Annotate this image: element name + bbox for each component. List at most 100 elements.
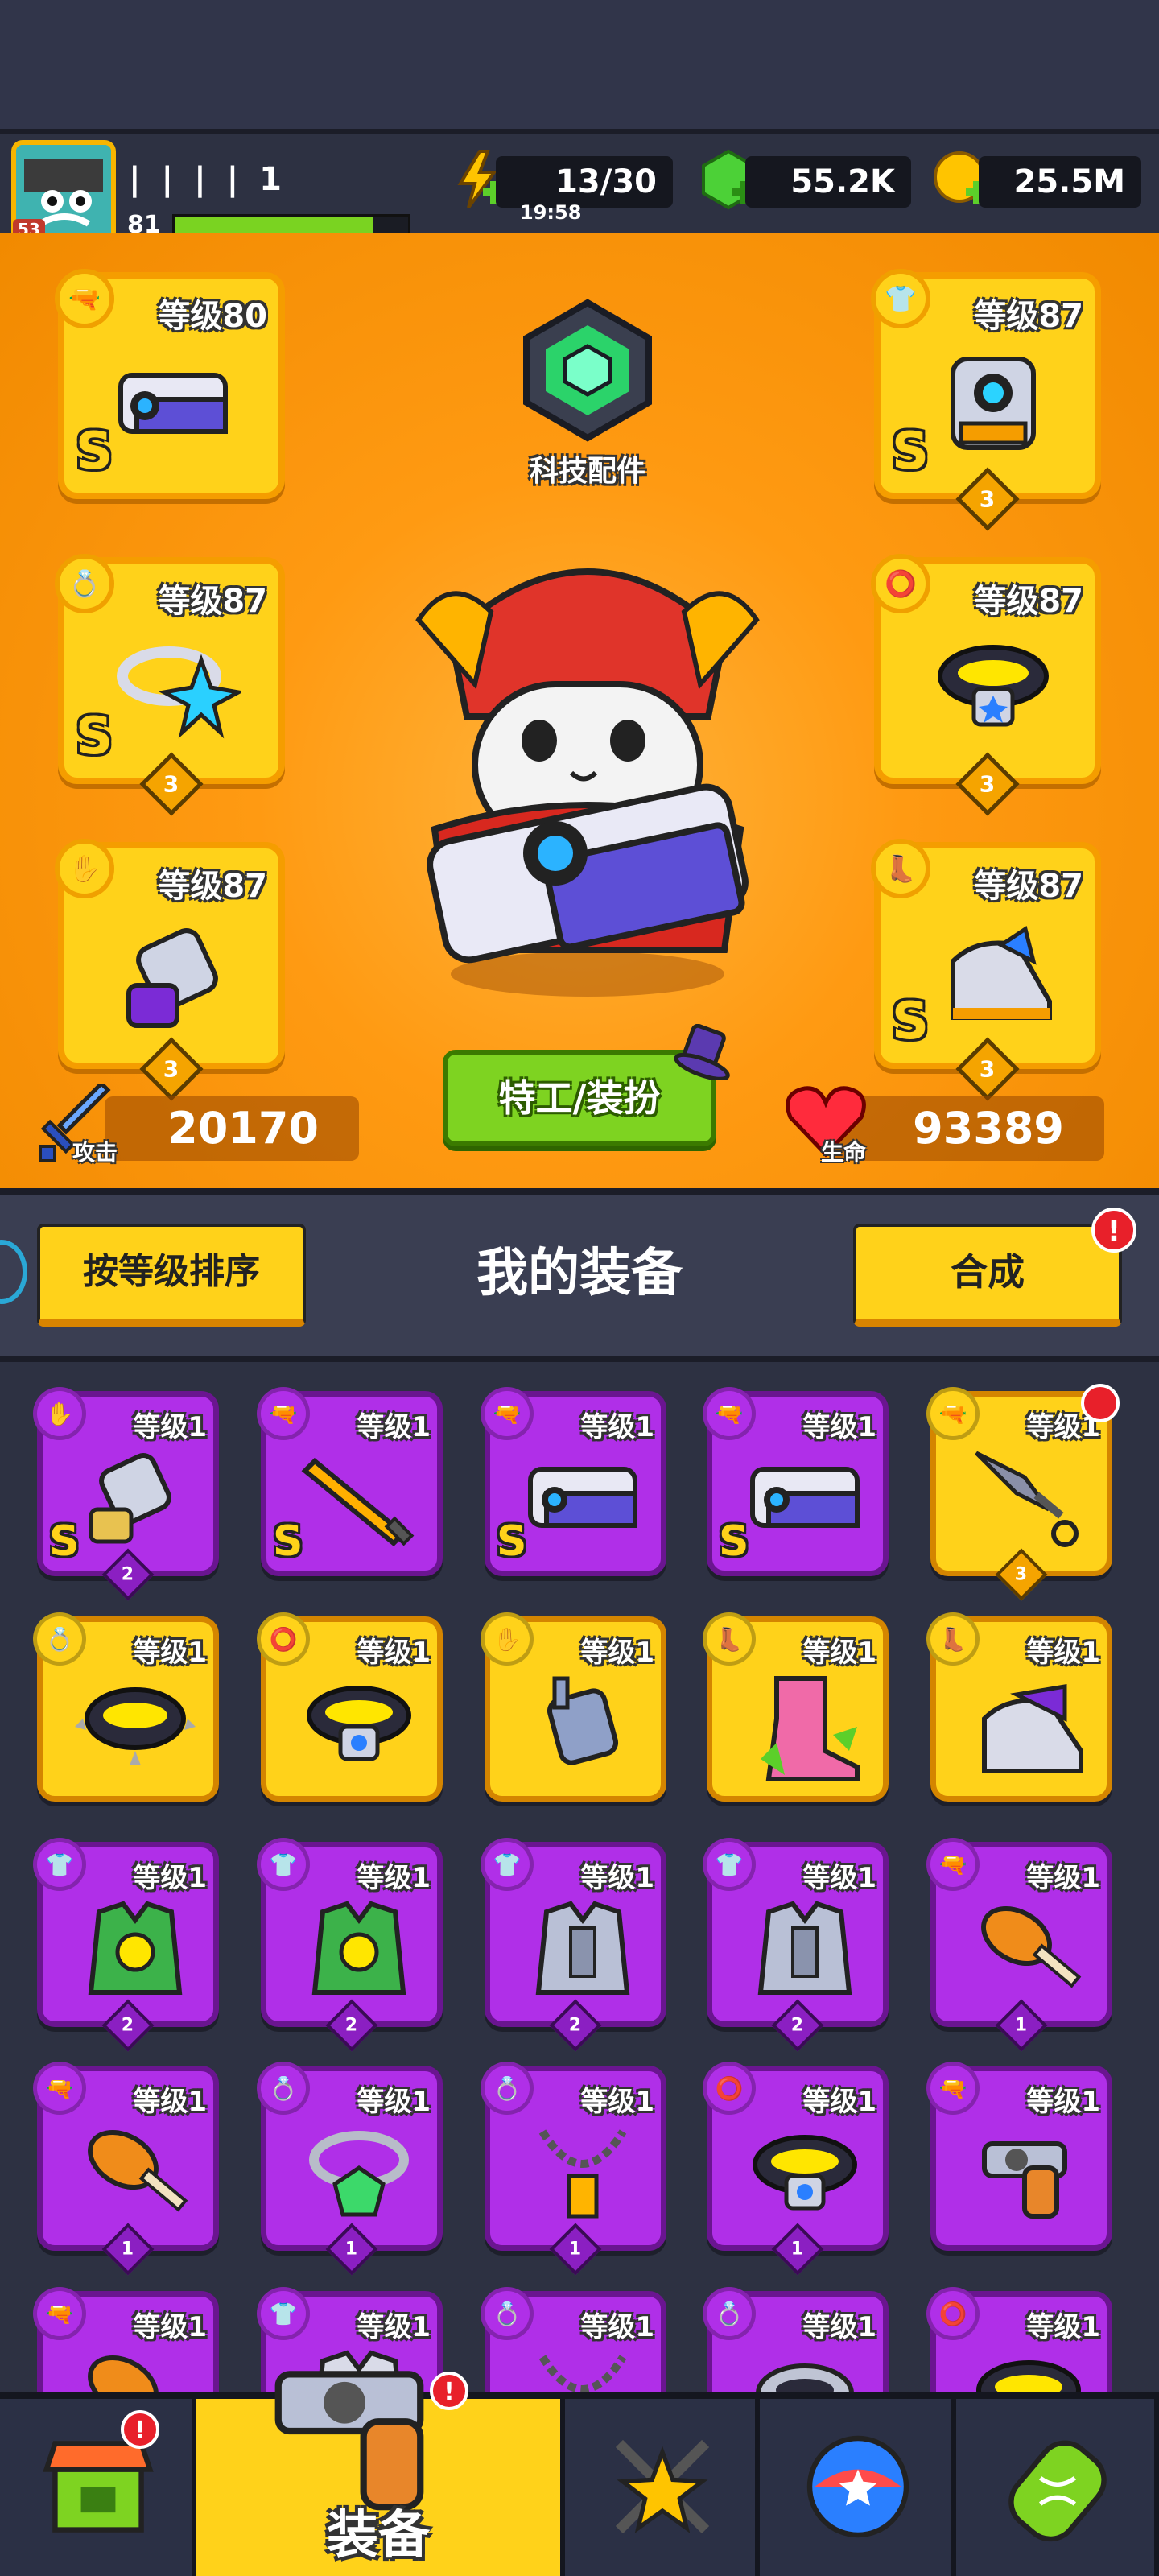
hp-label: 生命 [821, 1139, 867, 1166]
slot-level: 等级87 [974, 298, 1083, 335]
card-level: 等级1 [133, 2311, 207, 2343]
equipment-grid: ✋ 等级1 S 2 🔫 等级1 S 🔫 等级1 S 🔫 等级1 S 🔫 等级1 3 💍 等级1 ⭕ 等级1 ✋ 等级1 👢 等… [0, 1362, 1159, 2392]
equipment-card[interactable]: 💍 等级1 [703, 2287, 889, 2392]
emerald-ring-icon [309, 2131, 409, 2217]
glove-slot-icon: ✋ [55, 839, 114, 898]
drumstick-icon [981, 1905, 1082, 1988]
armor-slot-icon: 👕 [481, 1838, 534, 1891]
equip-slot-belt[interactable]: ⭕ 等级87 3 [871, 554, 1101, 816]
armor-slot-icon: 👕 [257, 2287, 310, 2340]
equip-slot-boots[interactable]: 👢 等级87 S 3 [871, 839, 1101, 1101]
card-level: 等级1 [802, 1637, 876, 1669]
belt-slot-icon: ⭕ [926, 2287, 980, 2340]
card-level: 等级1 [580, 1862, 654, 1894]
slot-level: 等级87 [158, 583, 267, 620]
equipment-card[interactable]: ⭕ 等级1 [257, 1612, 443, 1802]
card-level: 等级1 [357, 1637, 431, 1669]
pink-boot-icon [761, 1676, 860, 1781]
equip-slot-armor[interactable]: 👕 等级87 S 3 [871, 269, 1101, 531]
equipment-card[interactable]: ⭕ 等级1 [926, 2287, 1112, 2392]
equipment-card[interactable]: 👕 等级1 2 [33, 1838, 219, 2052]
merge-button[interactable]: 合成 [853, 1224, 1122, 1327]
card-level: 等级1 [1026, 1862, 1100, 1894]
tech-accessory-icon[interactable] [515, 298, 660, 443]
armor-slot-icon: 👕 [871, 269, 930, 328]
equipment-card[interactable]: 👕 等级1 2 [703, 1838, 889, 2052]
equipment-card[interactable]: 💍 等级1 1 [481, 2062, 666, 2276]
equipment-card[interactable]: 🔫 等级1 S [257, 1387, 443, 1576]
energy-timer: 19:58 [520, 201, 582, 224]
equipment-card[interactable]: 🔫 等级1 1 [926, 1838, 1112, 2052]
equipment-card[interactable]: 🔫 等级1 [33, 2287, 219, 2392]
gem-counter: 55.2K [745, 156, 911, 208]
star-count-value: 3 [980, 485, 996, 513]
star-count-value: 1 [791, 2239, 804, 2260]
equipment-card[interactable]: 👕 等级1 2 [257, 1838, 443, 2052]
nav-tab-shop[interactable]: ! [0, 2399, 196, 2576]
equipment-card[interactable]: 🔫 等级1 1 [33, 2062, 219, 2276]
nav-tab-dna-capsule[interactable] [956, 2399, 1159, 2576]
flame-sword-icon [301, 1457, 415, 1547]
boots-slot-icon: 👢 [871, 839, 930, 898]
card-level: 等级1 [357, 2311, 431, 2343]
coin-counter: 25.5M [979, 156, 1141, 208]
sneaker-icon [982, 1684, 1083, 1773]
weapon-slot-icon: 🔫 [55, 269, 114, 328]
slot-level: 等级80 [158, 298, 267, 335]
star-count-value: 3 [163, 1055, 179, 1083]
card-level: 等级1 [1026, 1637, 1100, 1669]
equipment-card[interactable]: ✋ 等级1 [481, 1612, 666, 1802]
equip-slot-ring[interactable]: 💍 等级87 S 3 [55, 554, 285, 816]
equipment-card[interactable]: 💍 等级1 [33, 1612, 219, 1802]
card-level: 等级1 [802, 1862, 876, 1894]
steel-glove-icon [547, 1676, 619, 1765]
nav-tab-crossed-swords-star[interactable] [565, 2399, 760, 2576]
nav-tab-star-ball[interactable] [760, 2399, 956, 2576]
nav-alert-badge: ! [430, 2372, 468, 2410]
equipment-card[interactable]: 🔫 等级1 [926, 2062, 1112, 2251]
equipment-card[interactable]: 🔫 等级1 S [703, 1387, 889, 1576]
card-level: 等级1 [580, 1411, 654, 1443]
equipment-card[interactable]: 👢 等级1 [926, 1612, 1112, 1802]
star-count-value: 2 [122, 1564, 134, 1585]
equipment-card[interactable]: ⭕ 等级1 1 [703, 2062, 889, 2276]
card-level: 等级1 [802, 2086, 876, 2118]
star-ball-icon [806, 2435, 909, 2538]
belt-slot-icon: ⭕ [703, 2062, 756, 2115]
boots-slot-icon: 👢 [926, 1612, 980, 1666]
collar-icon [756, 2363, 854, 2392]
steel-armor-icon [757, 1901, 852, 1995]
equipment-card[interactable]: 👢 等级1 [703, 1612, 889, 1802]
equipment-card[interactable]: 💍 等级1 1 [257, 2062, 443, 2276]
card-level: 等级1 [357, 2086, 431, 2118]
top-hat-icon [674, 1024, 730, 1080]
card-level: 等级1 [1026, 2311, 1100, 2343]
rank-badge: S [497, 1517, 527, 1566]
glove-slot-icon: ✋ [33, 1387, 86, 1440]
equipment-card[interactable]: 💍 等级1 [481, 2287, 666, 2392]
card-level: 等级1 [580, 1637, 654, 1669]
boots-slot-icon: 👢 [703, 1612, 756, 1666]
equipment-card[interactable]: 🔫 等级1 S [481, 1387, 666, 1576]
sort-by-level-button[interactable]: 按等级排序 [37, 1224, 306, 1327]
card-level: 等级1 [133, 2086, 207, 2118]
card-level: 等级1 [133, 1862, 207, 1894]
belt-icon [307, 1686, 411, 1761]
belt-slot-icon: ⭕ [871, 554, 930, 613]
equipment-card[interactable]: 🔫 等级1 3 [926, 1384, 1120, 1601]
equip-slot-weapon[interactable]: 🔫 等级80 S [55, 269, 285, 499]
dna-capsule-icon [1008, 2440, 1107, 2542]
ring-slot-icon: 💍 [257, 2062, 310, 2115]
star-count-value: 3 [1015, 1564, 1028, 1585]
player-name: | | | | 1 [129, 161, 287, 198]
weapon-slot-icon: 🔫 [703, 1387, 756, 1440]
star-count-value: 3 [980, 770, 996, 798]
star-count-value: 2 [122, 2015, 134, 2036]
equipment-card[interactable]: 👕 等级1 2 [481, 1838, 666, 2052]
star-count-value: 3 [980, 1055, 996, 1083]
nav-tab-revolver[interactable]: 装备! [196, 2371, 565, 2576]
equipment-card[interactable]: ✋ 等级1 S 2 [33, 1387, 219, 1601]
steel-armor-icon [535, 1901, 630, 1995]
weapon-slot-icon: 🔫 [33, 2287, 86, 2340]
equip-slot-glove[interactable]: ✋ 等级87 3 [55, 839, 285, 1101]
